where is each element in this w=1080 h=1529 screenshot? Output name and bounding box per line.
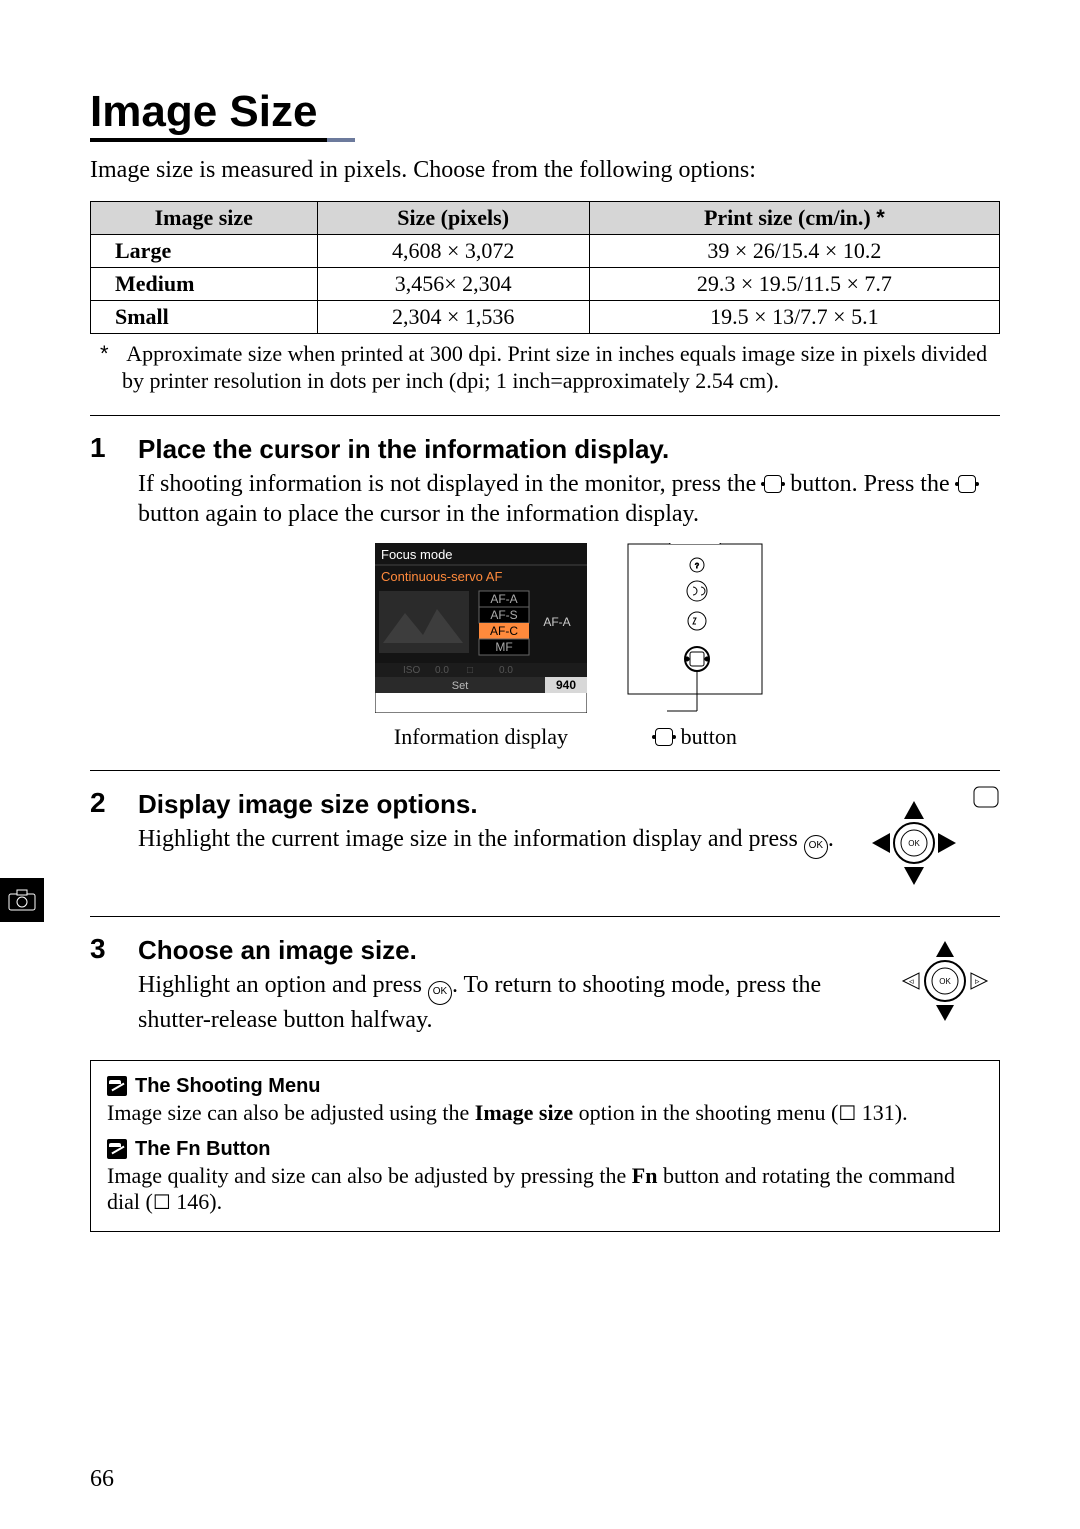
step-2: 2 Display image size options. Highlight … [90, 789, 1000, 900]
ok-button-icon: OK [428, 981, 452, 1005]
section-tab-camera-icon [0, 878, 44, 922]
camera-back-diagram: ? [627, 543, 763, 750]
info-button-icon [764, 475, 782, 493]
note-body: Image quality and size can also be adjus… [107, 1163, 983, 1215]
book-icon: ☐ [838, 1103, 856, 1125]
information-display-lcd: Focus mode Continuous-servo AF AF-A [375, 543, 587, 750]
svg-text:0.0: 0.0 [499, 665, 513, 676]
ok-button-icon: OK [804, 835, 828, 859]
col-print-size: Print size (cm/in.) * [589, 201, 999, 234]
step-title: Display image size options. [138, 789, 850, 820]
lcd-caption: Information display [375, 724, 587, 750]
svg-text:940: 940 [556, 678, 576, 692]
book-icon: ☐ [153, 1192, 171, 1214]
info-button-icon [958, 475, 976, 493]
table-row: Large 4,608 × 3,072 39 × 26/15.4 × 10.2 [91, 234, 1000, 267]
info-button-icon [655, 728, 673, 746]
pencil-icon [107, 1076, 127, 1096]
step-body: Highlight an option and press OK. To ret… [138, 970, 870, 1035]
step-body: Highlight the current image size in the … [138, 824, 850, 859]
svg-text:Continuous-servo AF: Continuous-servo AF [381, 569, 502, 584]
note-title: The Fn Button [107, 1138, 983, 1161]
col-image-size: Image size [91, 201, 318, 234]
step-title: Choose an image size. [138, 935, 870, 966]
step-1: 1 Place the cursor in the information di… [90, 434, 1000, 754]
multi-selector-diagram: OK [870, 785, 1000, 900]
svg-text:AF-S: AF-S [490, 608, 517, 622]
multi-selector-diagram: OK ◃ ▹ [890, 931, 1000, 1036]
step-number: 1 [90, 434, 124, 754]
divider [90, 770, 1000, 771]
intro-text: Image size is measured in pixels. Choose… [90, 156, 1000, 185]
divider [90, 415, 1000, 416]
divider [90, 916, 1000, 917]
pencil-icon [107, 1139, 127, 1159]
page-number: 66 [90, 1466, 114, 1493]
svg-text:MF: MF [495, 640, 512, 654]
svg-text:OK: OK [908, 839, 920, 848]
svg-text:OK: OK [939, 977, 951, 986]
svg-text:□: □ [467, 665, 473, 676]
step-title: Place the cursor in the information disp… [138, 434, 1000, 465]
note-title: The Shooting Menu [107, 1075, 983, 1098]
note-body: Image size can also be adjusted using th… [107, 1100, 983, 1126]
svg-text:▹: ▹ [975, 976, 980, 986]
table-row: Medium 3,456× 2,304 29.3 × 19.5/11.5 × 7… [91, 267, 1000, 300]
table-footnote: * Approximate size when printed at 300 d… [90, 340, 1000, 395]
button-caption: button [627, 724, 763, 750]
svg-text:Set: Set [452, 680, 469, 692]
svg-text:◃: ◃ [909, 976, 914, 986]
svg-text:Focus mode: Focus mode [381, 547, 453, 562]
step-number: 2 [90, 789, 124, 900]
image-size-table: Image size Size (pixels) Print size (cm/… [90, 201, 1000, 334]
svg-text:AF-C: AF-C [490, 624, 518, 638]
svg-text:ISO: ISO [403, 665, 420, 676]
page-title: Image Size [90, 90, 347, 142]
svg-text:?: ? [695, 563, 699, 570]
step-3: 3 Choose an image size. Highlight an opt… [90, 935, 1000, 1036]
notes-box: The Shooting Menu Image size can also be… [90, 1060, 1000, 1232]
svg-text:AF-A: AF-A [490, 592, 517, 606]
svg-text:AF-A: AF-A [543, 615, 570, 629]
svg-text:0.0: 0.0 [435, 665, 449, 676]
table-row: Small 2,304 × 1,536 19.5 × 13/7.7 × 5.1 [91, 300, 1000, 333]
col-size-pixels: Size (pixels) [317, 201, 589, 234]
step-number: 3 [90, 935, 124, 1036]
step-body: If shooting information is not displayed… [138, 469, 1000, 529]
